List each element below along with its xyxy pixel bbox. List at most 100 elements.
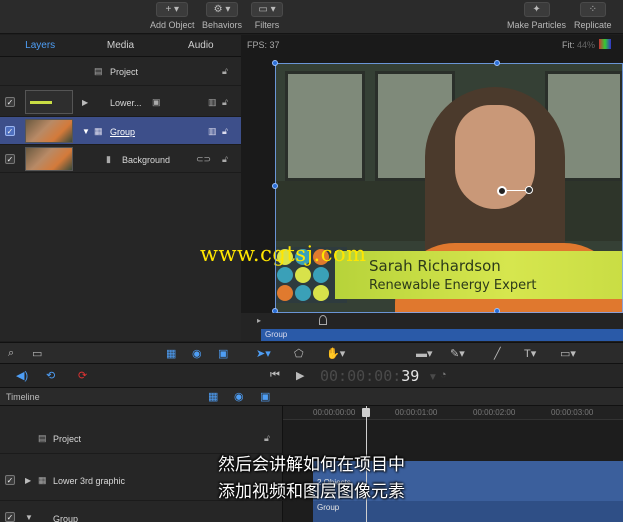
replicate-group[interactable]: ⁘ Replicate [574, 2, 612, 30]
panel-tabs: Layers Media Audio [0, 35, 241, 57]
lock-icon[interactable]: 🔓︎ [222, 126, 228, 137]
tab-layers[interactable]: Layers [0, 35, 80, 56]
layer-thumbnail [25, 147, 73, 171]
gear-icon: ⚙ ▾ [213, 4, 231, 15]
resize-handle-left[interactable] [272, 183, 278, 189]
grid-icon[interactable]: ▦ [166, 347, 176, 360]
filters-button[interactable]: ▭ ▾ [251, 2, 283, 17]
mask-icon: ▣ [152, 97, 161, 107]
hand-icon[interactable]: ✋▾ [326, 347, 345, 360]
layer-mode-icon[interactable]: ▥ [208, 97, 217, 108]
audio-icon[interactable]: ◀) [16, 369, 28, 382]
panel-toggle-icon[interactable]: ▭ [32, 347, 42, 360]
add-object-label: Add Object [150, 20, 195, 30]
link-icon[interactable]: ⊂⊃ [196, 154, 211, 165]
behaviors-button[interactable]: ⚙ ▾ [206, 2, 239, 17]
lower-label: Lower... [110, 98, 142, 108]
ruler-tick: 00:00:02:00 [473, 408, 516, 417]
add-object-group[interactable]: + ▾ Add Object [150, 2, 195, 30]
layer-row-project[interactable]: ▤ Project 🔓︎ [0, 58, 241, 86]
play-icon[interactable]: ▶ [296, 369, 304, 382]
timeline-row-project[interactable]: ▤ Project 🔓︎ [0, 424, 283, 454]
timeline-circle-icon[interactable]: ◉ [234, 390, 244, 403]
layer-visibility-checkbox[interactable]: ✓ [5, 97, 15, 107]
tool-row: ⌕ ▭ ▦ ◉ ▣ ➤▾ ⬠ ✋▾ ▬▾ ✎▾ ╱ T▾ ▭▾ [0, 342, 623, 364]
tab-audio[interactable]: Audio [161, 35, 241, 56]
layer-visibility-checkbox[interactable]: ✓ [5, 126, 15, 136]
timecode-display[interactable]: 00:00:00:39 ▾ [320, 367, 437, 385]
lock-icon[interactable]: 🔓︎ [222, 97, 228, 108]
lock-icon[interactable]: 🔓︎ [222, 66, 228, 77]
timeline-project-label: Project [53, 434, 82, 444]
layer-visibility-checkbox[interactable]: ✓ [5, 154, 15, 164]
transport-bar: ◀) ⟲ ⟳ ⏮ ▶ 00:00:00:39 ▾ ◔ [0, 364, 623, 388]
color-channel-icon[interactable] [599, 39, 611, 49]
fit-value: 44% [576, 40, 595, 50]
lock-icon[interactable]: 🔓︎ [264, 433, 270, 444]
go-to-start-icon[interactable]: ⏮ [270, 369, 280, 382]
search-icon[interactable]: ⌕ [8, 347, 14, 360]
bezier-icon[interactable]: ✎▾ [450, 347, 465, 360]
layer-mode-icon[interactable]: ▥ [208, 126, 217, 137]
mini-playhead[interactable] [319, 315, 327, 325]
circle-icon[interactable]: ◉ [192, 347, 202, 360]
transform-icon[interactable]: ⬠ [294, 347, 304, 360]
timecode-dim: 00:00:00: [320, 367, 402, 385]
mask-tool-icon[interactable]: ▭▾ [560, 347, 576, 360]
filters-group[interactable]: ▭ ▾ Filters [251, 2, 283, 30]
layer-thumbnail [25, 90, 73, 114]
subtitle-line-1: 然后会讲解如何在项目中 [218, 455, 405, 475]
record-icon[interactable]: ⟳ [78, 369, 87, 382]
group-label: Group [110, 127, 136, 137]
mini-group-label: Group [265, 330, 288, 339]
subtitle-overlay: 然后会讲解如何在项目中 添加视频和图层图像元素 [0, 452, 623, 506]
background-label: Background [122, 155, 171, 165]
playhead-handle[interactable] [362, 408, 370, 417]
rectangle-icon[interactable]: ▬▾ [416, 347, 433, 360]
make-particles-button[interactable]: ✦ [523, 2, 550, 17]
stack-icon[interactable]: ▣ [218, 347, 228, 360]
timeline-stack-icon[interactable]: ▣ [260, 390, 270, 403]
fps-readout: FPS: 37 [247, 40, 280, 50]
timeline-group-label: Group [53, 514, 79, 522]
subtitle-line-2: 添加视频和图层图像元素 [218, 482, 405, 502]
layer-row-background[interactable]: ✓ ▮ Background ⊂⊃ 🔓︎ [0, 145, 241, 173]
layer-thumbnail [25, 119, 73, 143]
disclosure-triangle-icon[interactable]: ▼ [82, 127, 90, 136]
make-particles-group[interactable]: ✦ Make Particles [507, 2, 566, 30]
main-toolbar: + ▾ Add Object ⚙ ▾ Behaviors ▭ ▾ Filters… [0, 0, 623, 34]
add-object-button[interactable]: + ▾ [156, 2, 189, 17]
text-icon[interactable]: T▾ [524, 347, 536, 360]
time-ruler[interactable]: 00:00:00:00 00:00:01:00 00:00:02:00 00:0… [283, 406, 623, 420]
timeline-grid-icon[interactable]: ▦ [208, 390, 218, 403]
plus-icon: + ▾ [165, 4, 180, 15]
document-icon: ▤ [94, 66, 103, 76]
loop-icon[interactable]: ⟲ [46, 369, 55, 382]
timecode-frame: 39 [401, 367, 420, 385]
particles-icon: ✦ [532, 4, 541, 15]
mini-timeline[interactable]: ▸ Group [241, 313, 623, 341]
group-icon: ▦ [94, 126, 103, 136]
layers-panel: Layers Media Audio ▤ Project 🔓︎ ✓ ▶ Lowe… [0, 35, 241, 341]
lock-icon[interactable]: 🔓︎ [222, 154, 228, 165]
resize-handle-top[interactable] [494, 60, 500, 66]
film-icon: ▮ [106, 154, 111, 164]
document-icon: ▤ [38, 433, 47, 443]
disclosure-triangle-icon[interactable]: ▶ [82, 98, 88, 107]
behaviors-group[interactable]: ⚙ ▾ Behaviors [202, 2, 242, 30]
mini-play-marker-icon: ▸ [257, 316, 262, 325]
layer-row-lower[interactable]: ✓ ▶ Lower... ▣ ▥ 🔓︎ [0, 87, 241, 117]
line-icon[interactable]: ╱ [494, 347, 501, 360]
replicate-button[interactable]: ⁘ [579, 2, 606, 17]
tab-media[interactable]: Media [80, 35, 160, 56]
resize-handle-top-left[interactable] [272, 60, 278, 66]
mini-group-bar[interactable]: Group [261, 329, 623, 341]
fit-label: Fit: [561, 40, 575, 50]
ruler-tick: 00:00:03:00 [551, 408, 594, 417]
track-visibility-checkbox[interactable]: ✓ [5, 512, 15, 522]
fit-readout[interactable]: Fit: 44% [562, 40, 595, 50]
select-arrow-icon[interactable]: ➤▾ [256, 347, 271, 360]
layer-row-group[interactable]: ✓ ▼ ▦ Group ▥ 🔓︎ [0, 117, 241, 145]
disclosure-triangle-icon[interactable]: ▼ [25, 513, 33, 522]
clock-icon[interactable]: ◔ [440, 369, 447, 381]
